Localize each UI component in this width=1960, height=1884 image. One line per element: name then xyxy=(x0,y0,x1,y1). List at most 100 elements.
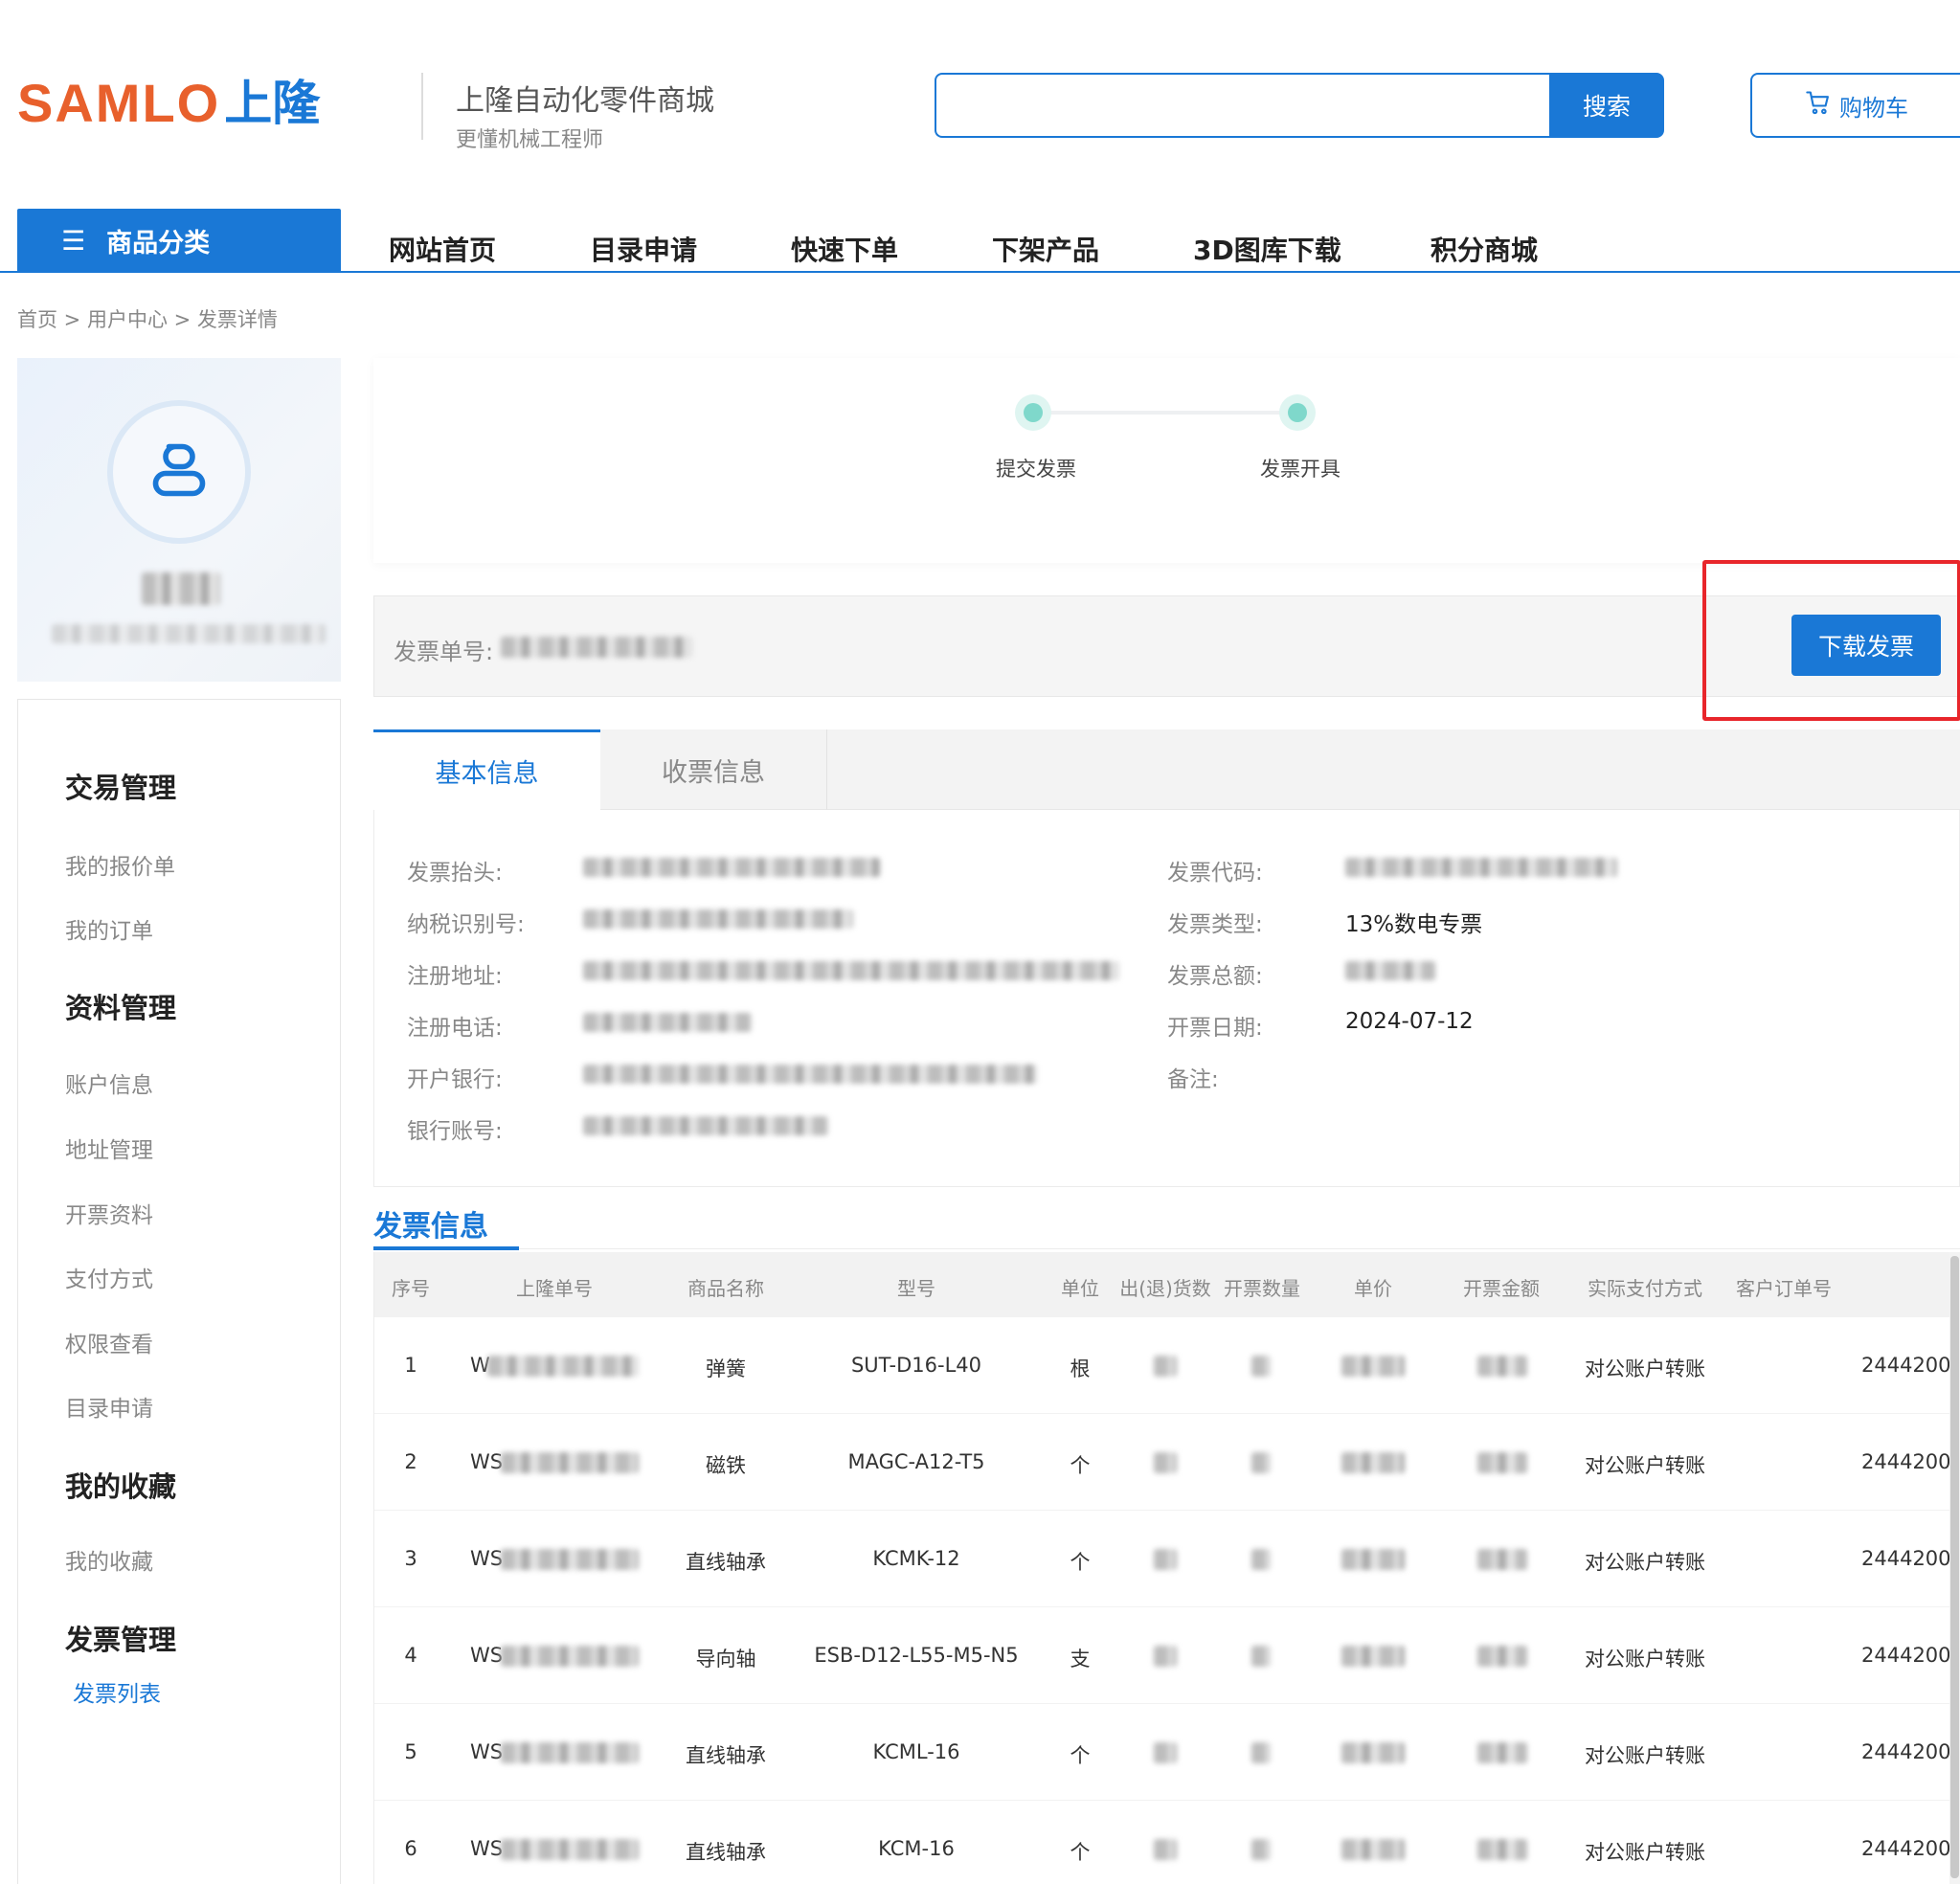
label-invoice-date: 开票日期: xyxy=(1167,1016,1263,1041)
cell-price-redacted xyxy=(1341,1839,1405,1860)
cart-icon xyxy=(1805,89,1832,122)
cell-order-prefix: WS xyxy=(470,1837,504,1860)
cell-qty-redacted xyxy=(1251,1646,1271,1667)
basic-info-panel: 发票抬头: 纳税识别号: 注册地址: 注册电话: 开户银行: 银行账号: 发票代… xyxy=(373,810,1960,1187)
cell-customer-order: 24442000 xyxy=(1861,1354,1960,1377)
menu-link-payment[interactable]: 支付方式 xyxy=(65,1261,153,1293)
cell-index: 4 xyxy=(404,1644,417,1667)
col-order-no: 上隆单号 xyxy=(516,1277,593,1300)
site-logo[interactable]: SAMLO 上隆 xyxy=(17,75,320,132)
tab-basic-info[interactable]: 基本信息 xyxy=(373,729,600,810)
cell-order-prefix: WS xyxy=(470,1450,504,1473)
section-rule xyxy=(519,1248,1960,1249)
nav-discontinued[interactable]: 下架产品 xyxy=(992,230,1099,268)
invoice-table: 序号 上隆单号 商品名称 型号 单位 出(退)货数 开票数量 单价 开票金额 实… xyxy=(373,1252,1960,1884)
header: SAMLO 上隆 上隆自动化零件商城 更懂机械工程师 搜索 购物车 xyxy=(0,0,1960,191)
cell-payment: 对公账户转账 xyxy=(1585,1648,1705,1671)
breadcrumb[interactable]: 首页 > 用户中心 > 发票详情 xyxy=(17,304,278,333)
value-bank-account-redacted xyxy=(583,1116,828,1135)
menu-link-billing-info[interactable]: 开票资料 xyxy=(65,1197,153,1229)
label-reg-phone: 注册电话: xyxy=(407,1016,503,1041)
label-remarks: 备注: xyxy=(1167,1067,1219,1092)
logo-cn: 上隆 xyxy=(224,76,321,131)
cell-index: 2 xyxy=(404,1450,417,1473)
cell-qty-redacted xyxy=(1251,1839,1271,1860)
nav-home[interactable]: 网站首页 xyxy=(389,230,496,268)
value-invoice-total-redacted xyxy=(1345,961,1435,980)
step-label-submit: 提交发票 xyxy=(996,458,1076,481)
cell-price-redacted xyxy=(1341,1549,1405,1570)
nav-points-mall[interactable]: 积分商城 xyxy=(1431,230,1538,268)
category-label: 商品分类 xyxy=(106,228,211,258)
invoice-number-redacted xyxy=(501,637,692,658)
download-invoice-button[interactable]: 下载发票 xyxy=(1791,615,1941,676)
logo-en: SAMLO xyxy=(17,73,221,133)
value-invoice-title-redacted xyxy=(583,858,880,877)
step-label-issue: 发票开具 xyxy=(1260,458,1340,481)
nav-catalog-request[interactable]: 目录申请 xyxy=(590,230,697,268)
cell-amount-redacted xyxy=(1477,1549,1527,1570)
search-button[interactable]: 搜索 xyxy=(1549,73,1664,138)
cell-model: KCMK-12 xyxy=(872,1547,960,1570)
label-bank: 开户银行: xyxy=(407,1067,503,1092)
menu-link-favorites[interactable]: 我的收藏 xyxy=(65,1543,153,1576)
cell-unit: 个 xyxy=(1070,1744,1091,1767)
cell-model: KCM-16 xyxy=(878,1837,955,1860)
cell-shipped-redacted xyxy=(1154,1452,1177,1473)
menu-group-invoice: 发票管理 xyxy=(65,1624,177,1656)
category-menu-button[interactable]: ☰ 商品分类 xyxy=(17,209,341,272)
table-scrollbar-thumb[interactable] xyxy=(1950,1256,1959,1878)
cell-index: 6 xyxy=(404,1837,417,1860)
nav-quick-order[interactable]: 快速下单 xyxy=(791,230,898,268)
cell-amount-redacted xyxy=(1477,1356,1527,1377)
cell-model: SUT-D16-L40 xyxy=(850,1354,982,1377)
cell-unit: 个 xyxy=(1070,1551,1091,1574)
col-unit-price: 单价 xyxy=(1354,1277,1392,1300)
cell-shipped-redacted xyxy=(1154,1839,1177,1860)
cell-price-redacted xyxy=(1341,1356,1405,1377)
tab-recipient-info[interactable]: 收票信息 xyxy=(600,729,827,810)
search-box xyxy=(935,73,1551,138)
cell-product: 弹簧 xyxy=(706,1357,746,1380)
site-subslogan: 更懂机械工程师 xyxy=(456,128,604,152)
step-connector xyxy=(1032,411,1296,415)
site-slogan: 上隆自动化零件商城 xyxy=(456,84,714,118)
cell-index: 1 xyxy=(404,1354,417,1377)
menu-link-account[interactable]: 账户信息 xyxy=(65,1066,153,1099)
menu-link-quotes[interactable]: 我的报价单 xyxy=(65,848,175,881)
table-row: 5 WS 直线轴承 KCML-16 个 对公账户转账 24442000 xyxy=(374,1704,1960,1801)
cell-model: KCML-16 xyxy=(872,1740,960,1763)
search-input[interactable] xyxy=(936,75,1551,136)
cell-customer-order: 24442000 xyxy=(1861,1837,1960,1860)
cell-product: 直线轴承 xyxy=(686,1744,766,1767)
cell-index: 5 xyxy=(404,1740,417,1763)
profile-card xyxy=(17,358,341,682)
step-dot-submit xyxy=(1015,394,1051,431)
nav-3d-download[interactable]: 3D图库下载 xyxy=(1193,230,1341,268)
menu-link-permissions[interactable]: 权限查看 xyxy=(65,1326,153,1358)
menu-link-orders[interactable]: 我的订单 xyxy=(65,912,153,945)
cell-payment: 对公账户转账 xyxy=(1585,1551,1705,1574)
cell-qty-redacted xyxy=(1251,1452,1271,1473)
cell-payment: 对公账户转账 xyxy=(1585,1357,1705,1380)
menu-link-address[interactable]: 地址管理 xyxy=(65,1132,153,1164)
avatar[interactable] xyxy=(107,400,251,544)
cell-amount-redacted xyxy=(1477,1452,1527,1473)
cell-order-redacted xyxy=(501,1742,639,1763)
menu-link-invoice-list[interactable]: 发票列表 xyxy=(73,1675,161,1708)
label-reg-address: 注册地址: xyxy=(407,964,503,989)
cell-price-redacted xyxy=(1341,1742,1405,1763)
value-tax-id-redacted xyxy=(583,909,853,929)
menu-link-catalog[interactable]: 目录申请 xyxy=(65,1390,153,1423)
col-payment-method: 实际支付方式 xyxy=(1588,1277,1702,1300)
cell-qty-redacted xyxy=(1251,1549,1271,1570)
cell-product: 直线轴承 xyxy=(686,1841,766,1864)
cell-customer-order: 24442000 xyxy=(1861,1740,1960,1763)
cell-qty-redacted xyxy=(1251,1356,1271,1377)
cell-product: 直线轴承 xyxy=(686,1551,766,1574)
cart-button[interactable]: 购物车 xyxy=(1750,73,1960,138)
step-dot-issue xyxy=(1279,394,1316,431)
cell-order-redacted xyxy=(501,1549,639,1570)
value-bank-redacted xyxy=(583,1065,1037,1084)
cell-price-redacted xyxy=(1341,1646,1405,1667)
